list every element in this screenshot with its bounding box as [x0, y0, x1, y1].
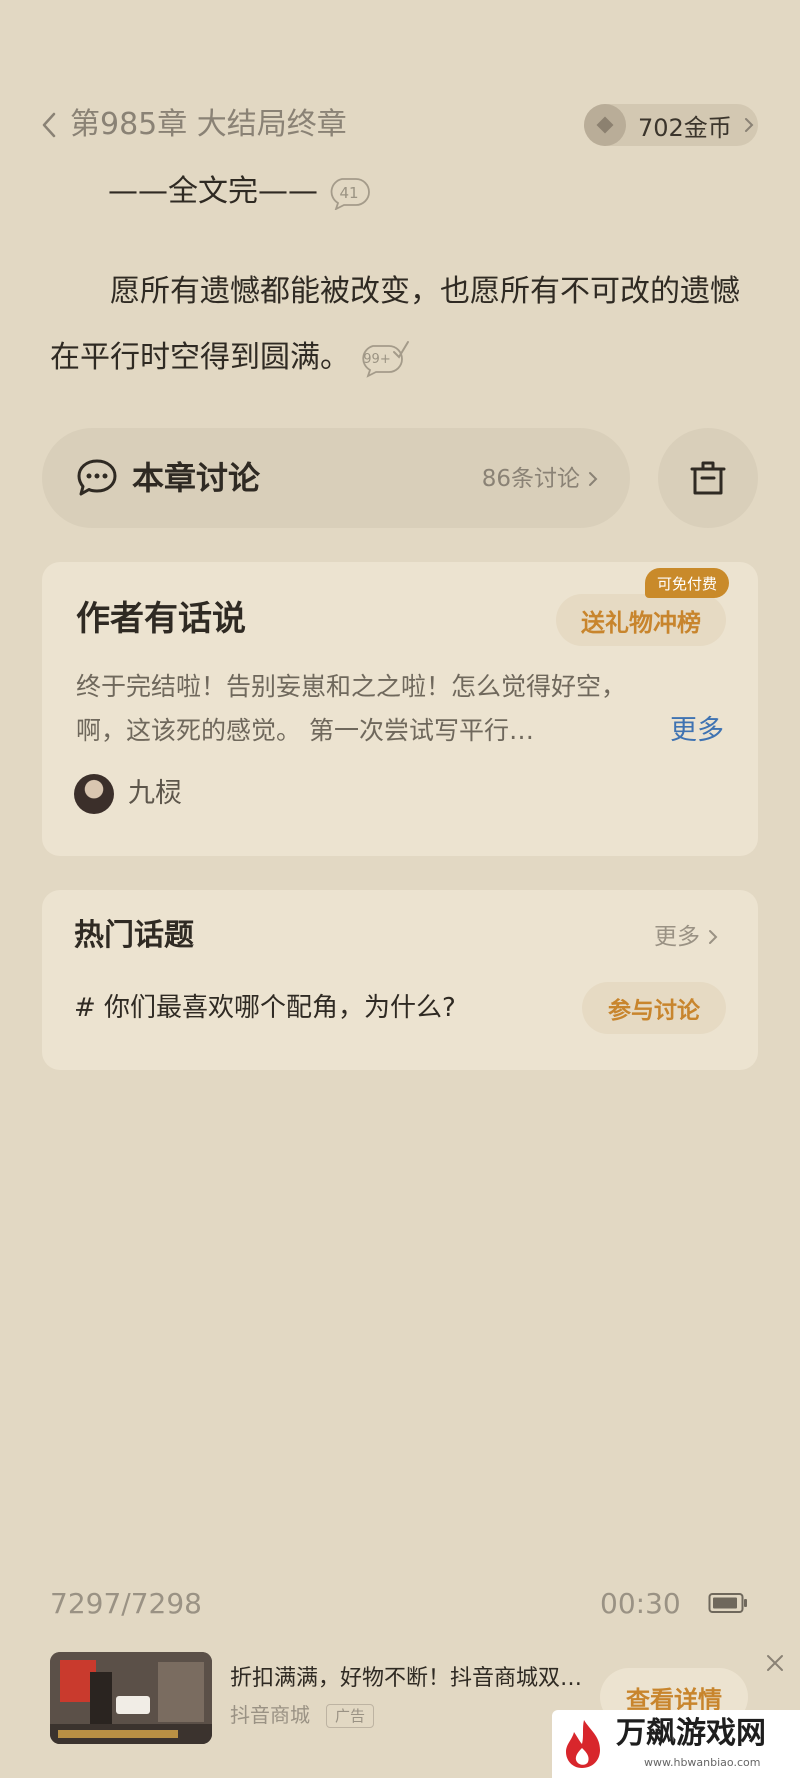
- coin-balance: 702金币: [638, 113, 732, 142]
- author-note-text: 啊，这该死的感觉。 第一次尝试写平行…: [76, 716, 534, 745]
- bookshelf-button[interactable]: [658, 428, 758, 528]
- topic-item[interactable]: # 你们最喜欢哪个配角，为什么?: [74, 988, 456, 1028]
- chat-bubble-icon: [77, 459, 117, 496]
- hot-topics-card: 热门话题 更多 # 你们最喜欢哪个配角，为什么? 参与讨论: [42, 890, 758, 1070]
- send-gift-button[interactable]: 送礼物冲榜: [556, 594, 726, 646]
- author-note-more-link[interactable]: 更多: [670, 712, 724, 750]
- comment-count: 41: [339, 184, 359, 202]
- chevron-right-icon: [744, 118, 754, 132]
- paragraph-comment-button[interactable]: 41: [326, 176, 372, 210]
- author-note-title: 作者有话说: [76, 599, 246, 639]
- author-avatar[interactable]: [74, 774, 114, 814]
- ad-title[interactable]: 折扣满满，好物不断！抖音商城双…: [230, 1662, 582, 1696]
- chapter-title: 第985章 大结局终章: [70, 107, 347, 142]
- ad-close-button[interactable]: [762, 1650, 788, 1676]
- clock: 00:30: [600, 1587, 681, 1620]
- ad-tag: 广告: [326, 1704, 375, 1728]
- watermark-title: 万飙游戏网: [616, 1716, 766, 1751]
- end-of-book-mark: ——全文完——: [108, 174, 318, 209]
- back-button[interactable]: [36, 108, 62, 142]
- paragraph-line: 在平行时空得到圆满。: [50, 340, 350, 375]
- author-note-card: 作者有话说 送礼物冲榜 可免付费 终于完结啦！告别妄崽和之之啦！怎么觉得好空， …: [42, 562, 758, 856]
- bookshelf-icon: [690, 461, 726, 495]
- comment-count: 99+: [363, 351, 391, 367]
- ad-image: [50, 1652, 212, 1744]
- watermark-url: www.hbwanbiao.com: [644, 1756, 761, 1769]
- ad-thumbnail[interactable]: [50, 1652, 212, 1744]
- close-icon: [767, 1655, 783, 1671]
- paragraph-line: 愿所有遗憾都能被改变，也愿所有不可改的遗憾: [110, 274, 740, 309]
- coin-icon: [584, 104, 626, 146]
- free-badge: 可免付费: [645, 568, 729, 598]
- battery-icon: [708, 1593, 747, 1613]
- author-name[interactable]: 九棂: [128, 774, 182, 814]
- join-discussion-button[interactable]: 参与讨论: [582, 982, 726, 1034]
- hot-topics-title: 热门话题: [74, 918, 194, 953]
- chevron-left-icon: [42, 112, 56, 138]
- chevron-right-icon: [709, 930, 718, 944]
- flame-logo-icon: [566, 1720, 600, 1768]
- author-note-text: 终于完结啦！告别妄崽和之之啦！怎么觉得好空，: [76, 672, 627, 701]
- paragraph-comment-button[interactable]: 99+: [356, 338, 410, 378]
- discussion-count-link[interactable]: 86条讨论: [482, 464, 598, 494]
- ad-source: 抖音商城: [230, 1703, 310, 1727]
- chevron-right-icon: [589, 472, 598, 486]
- page-progress: 7297/7298: [50, 1587, 202, 1620]
- site-watermark: 万飙游戏网 www.hbwanbiao.com: [552, 1710, 800, 1778]
- more-label: 更多: [654, 924, 700, 950]
- hot-topics-more-link[interactable]: 更多: [654, 922, 718, 952]
- discussion-label: 本章讨论: [132, 459, 261, 497]
- coin-balance-button[interactable]: 702金币: [584, 104, 758, 146]
- discussion-count: 86条讨论: [481, 466, 580, 492]
- chapter-discussion-bar[interactable]: 本章讨论 86条讨论: [42, 428, 630, 528]
